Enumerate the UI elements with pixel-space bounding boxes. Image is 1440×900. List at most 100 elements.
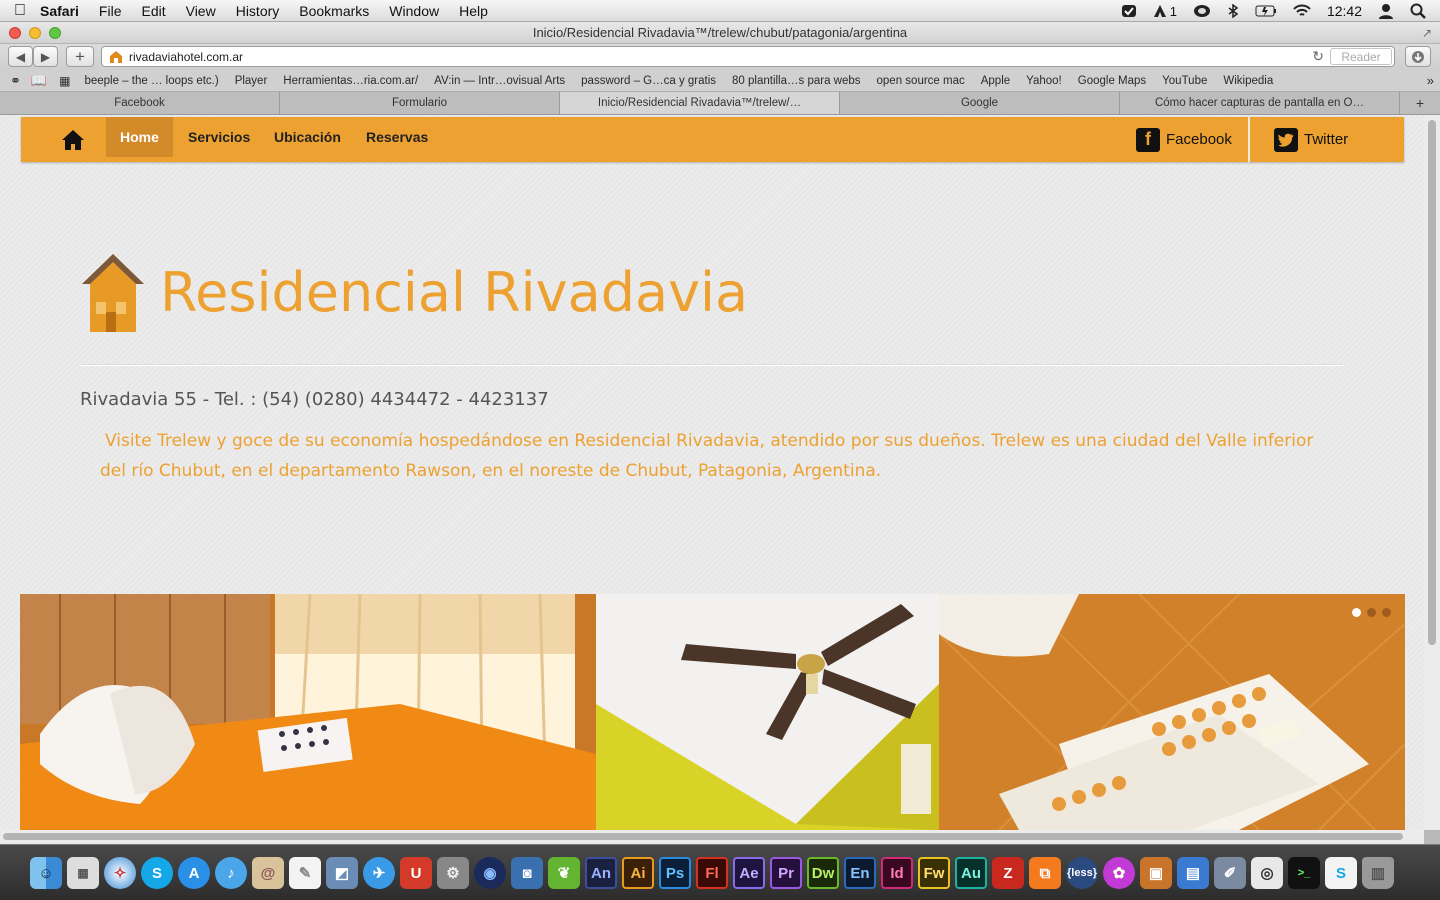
animate-app-icon[interactable]: An: [585, 857, 617, 889]
pencil-app-icon[interactable]: ✐: [1214, 857, 1246, 889]
bluetooth-icon[interactable]: [1227, 4, 1239, 18]
xampp-icon[interactable]: ⧉: [1029, 857, 1061, 889]
tab-facebook[interactable]: Facebook: [0, 92, 280, 114]
creative-cloud-icon[interactable]: [1193, 4, 1211, 18]
bookmark-item[interactable]: Herramientas…ria.com.ar/: [283, 75, 418, 87]
address-bar[interactable]: rivadaviahotel.com.ar ↻ Reader: [101, 46, 1395, 67]
terminal-icon[interactable]: >_: [1288, 857, 1320, 889]
menu-help[interactable]: Help: [459, 3, 488, 19]
battery-icon[interactable]: [1255, 5, 1277, 17]
trash-icon[interactable]: ▥: [1362, 857, 1394, 889]
indesign-app-icon[interactable]: Id: [881, 857, 913, 889]
clock[interactable]: 12:42: [1327, 3, 1362, 19]
finder-icon[interactable]: ☺: [30, 857, 62, 889]
bookmark-item[interactable]: Yahoo!: [1026, 75, 1062, 87]
textedit-icon[interactable]: ✎: [289, 857, 321, 889]
nav-ubicacion[interactable]: Ubicación: [260, 117, 355, 157]
reload-icon[interactable]: ↻: [1312, 48, 1324, 65]
fireworks-app-icon[interactable]: Fw: [918, 857, 950, 889]
minimize-window-button[interactable]: [29, 27, 41, 39]
audition-app-icon[interactable]: Au: [955, 857, 987, 889]
safari-icon[interactable]: ✧: [104, 857, 136, 889]
add-bookmark-button[interactable]: +: [66, 46, 94, 67]
tab-formulario[interactable]: Formulario: [280, 92, 560, 114]
flash-app-icon[interactable]: Fl: [696, 857, 728, 889]
bookmark-item[interactable]: Wikipedia: [1223, 75, 1273, 87]
bookmark-item[interactable]: open source mac: [877, 75, 965, 87]
slider-dot[interactable]: [1382, 608, 1391, 617]
bookmark-item[interactable]: Player: [235, 75, 268, 87]
menu-edit[interactable]: Edit: [141, 3, 165, 19]
adobe-status-icon[interactable]: 1: [1153, 4, 1177, 19]
mail-icon[interactable]: @: [252, 857, 284, 889]
chart-app-icon[interactable]: ▤: [1177, 857, 1209, 889]
forward-button[interactable]: ▶: [33, 46, 58, 67]
tab-capturas[interactable]: Cómo hacer capturas de pantalla en O…: [1120, 92, 1400, 114]
skype-icon[interactable]: S: [141, 857, 173, 889]
app-menu[interactable]: Safari: [40, 3, 79, 19]
menu-window[interactable]: Window: [389, 3, 439, 19]
twitter-link[interactable]: Twitter: [1274, 117, 1348, 162]
flower-app-icon[interactable]: ✿: [1103, 857, 1135, 889]
house-logo-icon[interactable]: [80, 252, 146, 334]
slider-dot[interactable]: [1352, 608, 1361, 617]
menu-view[interactable]: View: [186, 3, 216, 19]
illustrator-app-icon[interactable]: Ai: [622, 857, 654, 889]
photoshop-app-icon[interactable]: Ps: [659, 857, 691, 889]
zoom-window-button[interactable]: [49, 27, 61, 39]
tab-residencial-rivadavia[interactable]: Inicio/Residencial Rivadavia™/trelew/…: [560, 92, 840, 114]
top-sites-icon[interactable]: ▦: [59, 74, 70, 88]
nav-home[interactable]: Home: [106, 117, 173, 157]
bookmark-item[interactable]: beeple – the … loops etc.): [84, 75, 218, 87]
tab-google[interactable]: Google: [840, 92, 1120, 114]
skype-document-icon[interactable]: S: [1325, 857, 1357, 889]
photo-slider[interactable]: [20, 594, 1405, 830]
user-icon[interactable]: [1378, 3, 1394, 19]
app-store-icon[interactable]: A: [178, 857, 210, 889]
fullscreen-icon[interactable]: ↗: [1422, 22, 1432, 44]
bookmark-item[interactable]: AV:in — Intr…ovisual Arts: [434, 75, 565, 87]
new-tab-button[interactable]: +: [1400, 92, 1440, 114]
bookmark-item[interactable]: 80 plantilla…s para webs: [732, 75, 861, 87]
nav-servicios[interactable]: Servicios: [174, 117, 264, 157]
vertical-scrollbar[interactable]: [1424, 115, 1440, 830]
premiere-app-icon[interactable]: Pr: [770, 857, 802, 889]
dreamweaver-app-icon[interactable]: Dw: [807, 857, 839, 889]
camera-app-icon[interactable]: ◎: [1251, 857, 1283, 889]
calculator-icon[interactable]: ▦: [67, 857, 99, 889]
bookmark-item[interactable]: YouTube: [1162, 75, 1207, 87]
cinema4d-icon[interactable]: ◉: [474, 857, 506, 889]
preview-icon[interactable]: ◩: [326, 857, 358, 889]
menu-file[interactable]: File: [99, 3, 122, 19]
bookmark-item[interactable]: Google Maps: [1078, 75, 1146, 87]
more-bookmarks-icon[interactable]: »: [1427, 73, 1434, 88]
nav-reservas[interactable]: Reservas: [352, 117, 442, 157]
after-effects-app-icon[interactable]: Ae: [733, 857, 765, 889]
menu-history[interactable]: History: [236, 3, 280, 19]
shield-status-icon[interactable]: [1121, 3, 1137, 19]
downloads-button[interactable]: [1405, 46, 1431, 67]
spotlight-search-icon[interactable]: [1410, 3, 1426, 19]
wifi-icon[interactable]: [1293, 4, 1311, 18]
filezilla-icon[interactable]: Z: [992, 857, 1024, 889]
home-icon[interactable]: [61, 129, 85, 156]
itunes-icon[interactable]: ♪: [215, 857, 247, 889]
reader-button[interactable]: Reader: [1330, 48, 1392, 65]
slider-dot[interactable]: [1367, 608, 1376, 617]
evernote-icon[interactable]: ❦: [548, 857, 580, 889]
cloudapp-icon[interactable]: ◙: [511, 857, 543, 889]
horizontal-scrollbar[interactable]: [0, 830, 1424, 844]
close-window-button[interactable]: [9, 27, 21, 39]
keynote-icon[interactable]: ▣: [1140, 857, 1172, 889]
apple-menu-icon[interactable]: : [0, 2, 40, 20]
back-button[interactable]: ◀: [8, 46, 33, 67]
system-preferences-icon[interactable]: ⚙: [437, 857, 469, 889]
magnet-icon[interactable]: U: [400, 857, 432, 889]
reading-list-icon[interactable]: ⚭: [10, 73, 21, 89]
bookmark-item[interactable]: password – G…ca y gratis: [581, 75, 716, 87]
menu-bookmarks[interactable]: Bookmarks: [299, 3, 369, 19]
airmail-icon[interactable]: ✈: [363, 857, 395, 889]
bookmark-item[interactable]: Apple: [981, 75, 1010, 87]
bookmarks-book-icon[interactable]: 📖: [31, 73, 47, 89]
facebook-link[interactable]: f Facebook: [1136, 117, 1232, 162]
